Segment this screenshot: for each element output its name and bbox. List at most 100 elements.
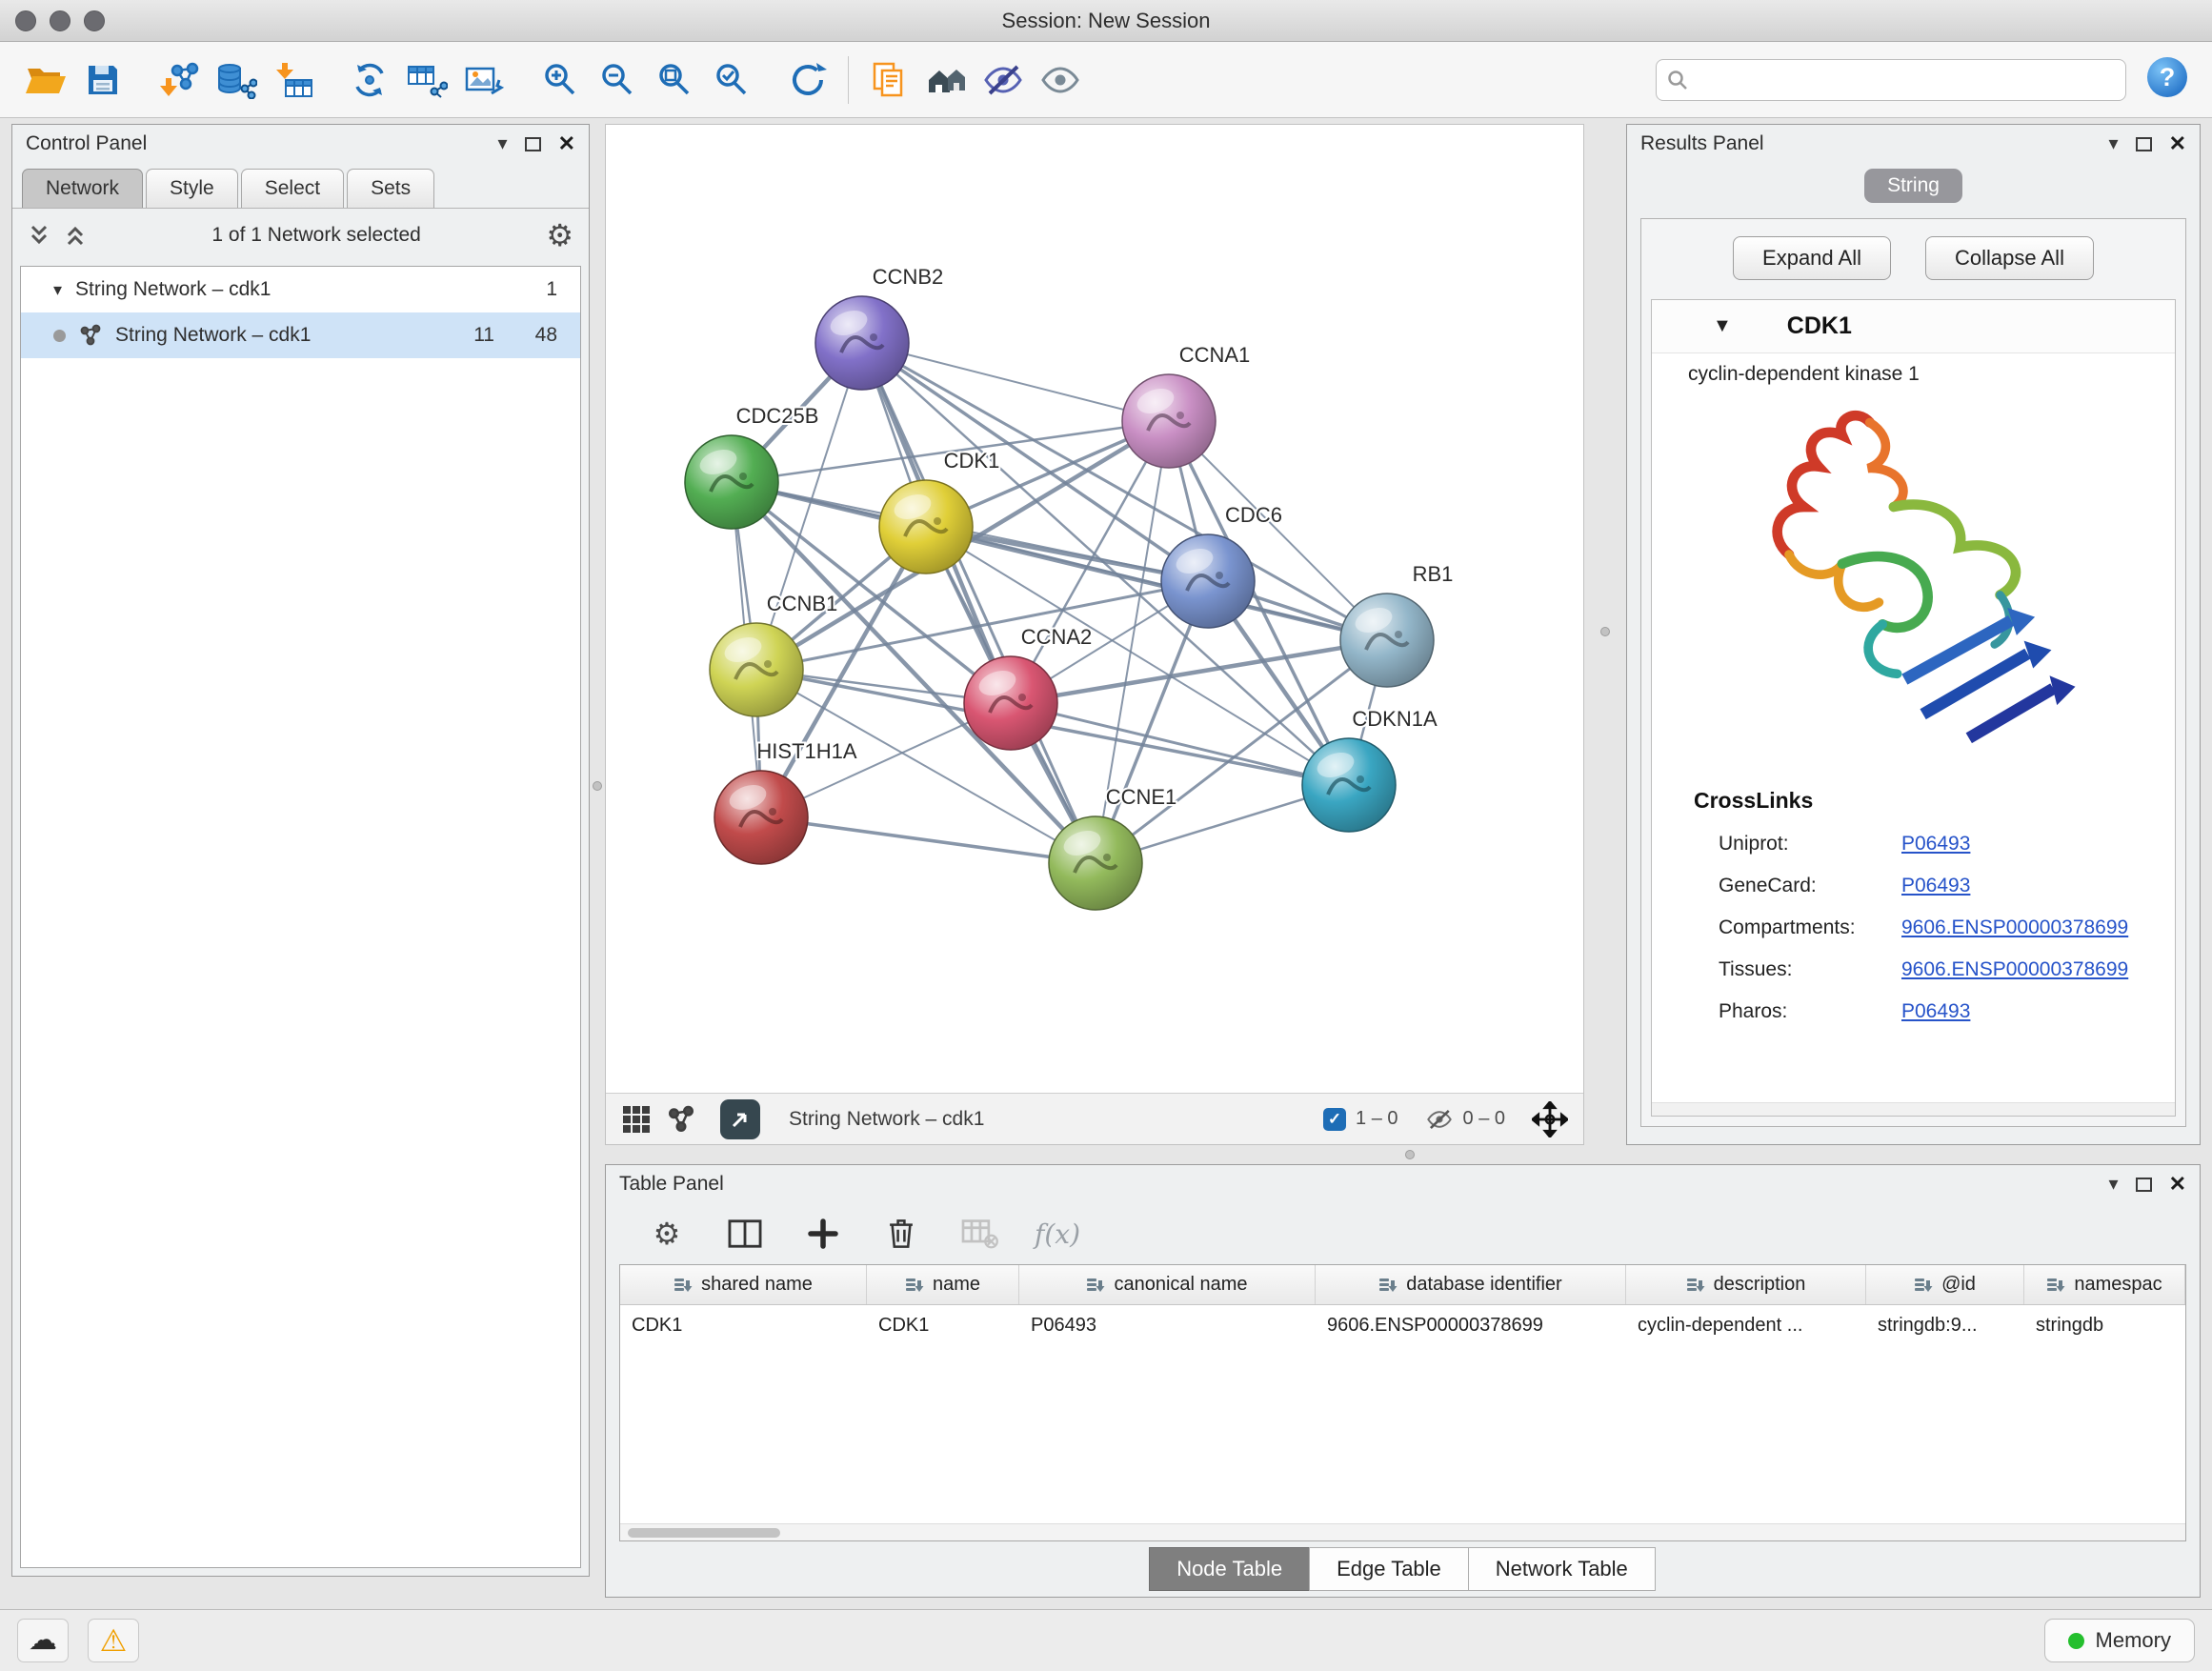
splitter-handle[interactable] [593, 781, 602, 791]
gene-horizontal-scrollbar[interactable] [1652, 1102, 2175, 1116]
tab-node-table[interactable]: Node Table [1149, 1547, 1310, 1591]
table-cell[interactable]: stringdb [2024, 1315, 2185, 1337]
birds-eye-view-button[interactable] [720, 1099, 760, 1139]
tab-style[interactable]: Style [146, 169, 238, 208]
control-panel-splitter[interactable] [590, 124, 605, 1609]
splitter-handle[interactable] [1600, 627, 1610, 636]
save-session-button[interactable] [74, 50, 131, 111]
panel-float-icon[interactable] [2136, 1178, 2152, 1192]
tab-network[interactable]: Network [22, 169, 143, 208]
merge-networks-button[interactable] [341, 50, 398, 111]
show-all-button[interactable] [1032, 50, 1089, 111]
network-node-CCNA1[interactable]: CCNA1 [1122, 343, 1250, 468]
column-header--id[interactable]: @id [1866, 1265, 2024, 1304]
crosslink-link[interactable]: 9606.ENSP00000378699 [1901, 916, 2128, 939]
splitter-handle[interactable] [1405, 1150, 1415, 1159]
table-cell[interactable]: P06493 [1019, 1315, 1316, 1337]
show-columns-icon[interactable] [724, 1213, 766, 1255]
window-minimize-button[interactable] [50, 10, 70, 31]
panel-menu-icon[interactable]: ▾ [498, 134, 508, 153]
first-neighbors-button[interactable] [917, 50, 975, 111]
column-header-database-identifier[interactable]: database identifier [1316, 1265, 1626, 1304]
panel-menu-icon[interactable]: ▾ [2109, 134, 2119, 153]
zoom-in-button[interactable] [532, 50, 589, 111]
tab-string[interactable]: String [1864, 169, 1962, 203]
section-expander-icon[interactable]: ▼ [1713, 315, 1732, 337]
column-header-namespac[interactable]: namespac [2024, 1265, 2185, 1304]
panel-float-icon[interactable] [2136, 137, 2152, 151]
column-header-canonical-name[interactable]: canonical name [1019, 1265, 1316, 1304]
search-input[interactable] [1689, 63, 2116, 97]
window-close-button[interactable] [15, 10, 36, 31]
network-edge[interactable] [761, 817, 1096, 863]
network-collection-row[interactable]: ▾ String Network – cdk1 1 [21, 267, 580, 312]
network-node-RB1[interactable]: RB1 [1340, 562, 1453, 687]
network-from-table-button[interactable] [398, 50, 455, 111]
network-graph[interactable]: CCNB2CCNA1CDC25BCDK1CDC6RB1CCNB1CCNA2CDK… [606, 125, 1583, 1093]
delete-column-icon[interactable] [880, 1213, 922, 1255]
import-network-file-button[interactable] [151, 50, 208, 111]
panel-close-icon[interactable]: ✕ [2169, 1174, 2186, 1195]
crosslink-link[interactable]: P06493 [1901, 833, 1970, 856]
column-header-description[interactable]: description [1626, 1265, 1866, 1304]
table-horizontal-scrollbar[interactable] [620, 1523, 2185, 1540]
gene-section-header[interactable]: ▼ CDK1 [1652, 300, 2175, 353]
help-button[interactable]: ? [2145, 55, 2189, 104]
crosslink-link[interactable]: P06493 [1901, 1000, 1970, 1023]
network-share-view-icon[interactable] [667, 1105, 695, 1134]
import-table-button[interactable] [265, 50, 322, 111]
table-cell[interactable]: stringdb:9... [1866, 1315, 2024, 1337]
open-session-button[interactable] [17, 50, 74, 111]
memory-button[interactable]: Memory [2044, 1619, 2195, 1662]
network-row[interactable]: String Network – cdk1 11 48 [21, 312, 580, 358]
zoom-selected-button[interactable] [703, 50, 760, 111]
import-network-database-button[interactable] [208, 50, 265, 111]
table-cell[interactable]: CDK1 [867, 1315, 1019, 1337]
table-options-gear-icon[interactable]: ⚙ [646, 1213, 688, 1255]
network-node-CDC25B[interactable]: CDC25B [685, 404, 818, 529]
results-splitter[interactable] [1584, 124, 1626, 1145]
create-column-icon[interactable] [802, 1213, 844, 1255]
pan-crosshair-icon[interactable] [1532, 1101, 1568, 1137]
export-image-button[interactable] [455, 50, 513, 111]
tab-sets[interactable]: Sets [347, 169, 434, 208]
network-node-CCNB2[interactable]: CCNB2 [815, 265, 943, 390]
apply-layout-button[interactable] [779, 50, 836, 111]
network-options-gear-icon[interactable]: ⚙ [546, 220, 573, 251]
zoom-out-button[interactable] [589, 50, 646, 111]
table-panel-splitter[interactable] [605, 1145, 2201, 1164]
expand-all-icon[interactable] [64, 223, 87, 248]
network-canvas[interactable]: CCNB2CCNA1CDC25BCDK1CDC6RB1CCNB1CCNA2CDK… [606, 125, 1583, 1093]
grid-view-icon[interactable] [621, 1104, 652, 1135]
tab-network-table[interactable]: Network Table [1468, 1547, 1656, 1591]
selected-checkbox-icon[interactable]: ✓ [1323, 1108, 1346, 1131]
collapse-all-icon[interactable] [28, 223, 50, 248]
scrollbar-thumb[interactable] [628, 1528, 780, 1538]
panel-menu-icon[interactable]: ▾ [2109, 1175, 2119, 1194]
copy-document-button[interactable] [860, 50, 917, 111]
cloud-button[interactable]: ☁ [17, 1619, 69, 1662]
network-node-CDK1[interactable]: CDK1 [879, 449, 999, 574]
zoom-fit-button[interactable] [646, 50, 703, 111]
network-node-HIST1H1A[interactable]: HIST1H1A [714, 739, 857, 864]
crosslink-link[interactable]: 9606.ENSP00000378699 [1901, 958, 2128, 981]
tree-expander-icon[interactable]: ▾ [53, 280, 62, 300]
collapse-all-button[interactable]: Collapse All [1925, 236, 2094, 280]
table-cell[interactable]: CDK1 [620, 1315, 867, 1337]
network-edge[interactable] [862, 343, 1096, 863]
column-header-name[interactable]: name [867, 1265, 1019, 1304]
expand-all-button[interactable]: Expand All [1733, 236, 1891, 280]
crosslink-link[interactable]: P06493 [1901, 875, 1970, 897]
panel-close-icon[interactable]: ✕ [2169, 133, 2186, 154]
network-edge[interactable] [862, 343, 1169, 421]
panel-float-icon[interactable] [525, 137, 541, 151]
column-header-shared-name[interactable]: shared name [620, 1265, 867, 1304]
table-row[interactable]: CDK1CDK1P064939606.ENSP00000378699cyclin… [620, 1305, 2185, 1345]
network-node-CDKN1A[interactable]: CDKN1A [1302, 707, 1438, 832]
window-zoom-button[interactable] [84, 10, 105, 31]
delete-table-icon-disabled[interactable] [958, 1213, 1000, 1255]
apply-function-button[interactable]: f(x) [1036, 1213, 1078, 1255]
panel-close-icon[interactable]: ✕ [558, 133, 575, 154]
warnings-button[interactable]: ⚠ [88, 1619, 139, 1662]
table-cell[interactable]: 9606.ENSP00000378699 [1316, 1315, 1626, 1337]
